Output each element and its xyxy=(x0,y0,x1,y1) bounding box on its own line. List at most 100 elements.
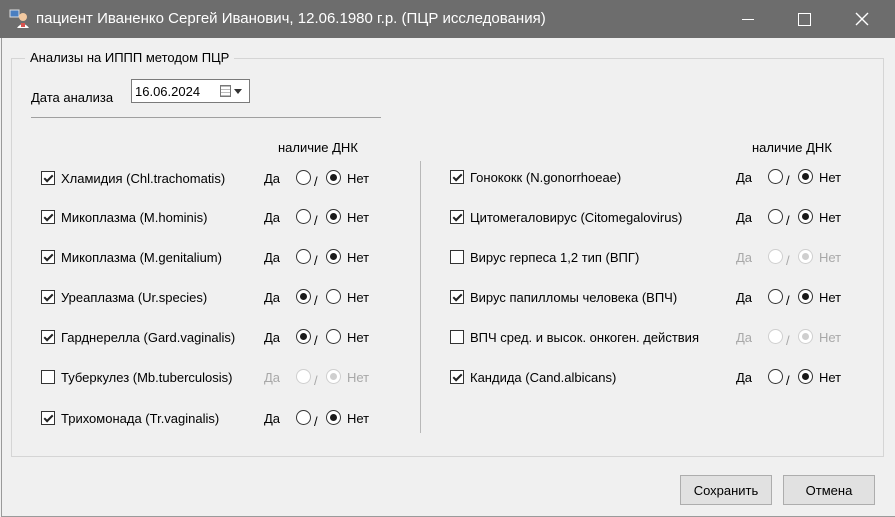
yes-label: Да xyxy=(736,210,753,225)
test-checkbox[interactable] xyxy=(41,370,55,384)
no-radio[interactable] xyxy=(326,329,341,344)
no-radio[interactable] xyxy=(326,209,341,224)
no-radio[interactable] xyxy=(326,289,341,304)
no-radio[interactable] xyxy=(326,170,341,185)
yes-radio[interactable] xyxy=(296,369,311,384)
no-radio[interactable] xyxy=(798,249,813,264)
yes-radio[interactable] xyxy=(296,209,311,224)
test-row: Цитомегаловирус (Citomegalovirus) Да / Нет xyxy=(450,208,880,228)
no-label: Нет xyxy=(347,250,370,265)
test-checkbox[interactable] xyxy=(450,170,464,184)
minimize-button[interactable] xyxy=(719,0,776,38)
yes-radio[interactable] xyxy=(768,329,783,344)
dna-header-right: наличие ДНК xyxy=(752,140,832,155)
test-label: Микоплазма (M.genitalium) xyxy=(61,250,222,265)
yes-label: Да xyxy=(736,170,753,185)
test-row: Микоплазма (M.hominis) Да / Нет xyxy=(41,208,471,228)
test-row: Уреаплазма (Ur.species) Да / Нет xyxy=(41,288,471,308)
slash-separator: / xyxy=(786,373,790,388)
no-radio[interactable] xyxy=(798,209,813,224)
test-label: Кандида (Cand.albicans) xyxy=(470,370,617,385)
yes-radio[interactable] xyxy=(768,169,783,184)
slash-separator: / xyxy=(314,253,318,268)
date-value[interactable]: 16.06.2024 xyxy=(135,84,200,99)
test-row: Вирус герпеса 1,2 тип (ВПГ) Да / Нет xyxy=(450,248,880,268)
slash-separator: / xyxy=(314,174,318,189)
no-label: Нет xyxy=(819,370,842,385)
cancel-button[interactable]: Отмена xyxy=(783,475,875,505)
slash-separator: / xyxy=(314,333,318,348)
no-label: Нет xyxy=(347,411,370,426)
yes-label: Да xyxy=(264,370,281,385)
no-radio[interactable] xyxy=(798,169,813,184)
yes-label: Да xyxy=(264,210,281,225)
test-checkbox[interactable] xyxy=(41,330,55,344)
test-checkbox[interactable] xyxy=(450,330,464,344)
maximize-button[interactable] xyxy=(776,0,833,38)
test-row: Гарднерелла (Gard.vaginalis) Да / Нет xyxy=(41,328,471,348)
yes-label: Да xyxy=(264,171,281,186)
test-label: Микоплазма (M.hominis) xyxy=(61,210,208,225)
group-title: Анализы на ИППП методом ПЦР xyxy=(25,50,235,65)
slash-separator: / xyxy=(314,293,318,308)
slash-separator: / xyxy=(786,333,790,348)
test-checkbox[interactable] xyxy=(450,370,464,384)
close-button[interactable] xyxy=(833,0,890,38)
yes-label: Да xyxy=(264,330,281,345)
yes-radio[interactable] xyxy=(296,329,311,344)
test-row: ВПЧ сред. и высок. онкоген. действия Да / Н… xyxy=(450,328,880,348)
yes-label: Да xyxy=(736,370,753,385)
test-checkbox[interactable] xyxy=(41,210,55,224)
no-radio[interactable] xyxy=(326,249,341,264)
slash-separator: / xyxy=(314,414,318,429)
no-label: Нет xyxy=(819,170,842,185)
test-label: Трихомонада (Tr.vaginalis) xyxy=(61,411,220,426)
test-row: Хламидия (Chl.trachomatis) Да / Нет xyxy=(41,169,471,189)
slash-separator: / xyxy=(786,293,790,308)
slash-separator: / xyxy=(786,253,790,268)
yes-radio[interactable] xyxy=(296,410,311,425)
test-checkbox[interactable] xyxy=(41,411,55,425)
maximize-icon xyxy=(798,12,811,26)
test-checkbox[interactable] xyxy=(450,210,464,224)
test-label: Вирус папилломы человека (ВПЧ) xyxy=(470,290,678,305)
test-checkbox[interactable] xyxy=(41,171,55,185)
no-label: Нет xyxy=(347,330,370,345)
test-label: Цитомегаловирус (Citomegalovirus) xyxy=(470,210,683,225)
test-row: Гонококк (N.gonorrhoeae) Да / Нет xyxy=(450,168,880,188)
yes-radio[interactable] xyxy=(768,249,783,264)
no-radio[interactable] xyxy=(798,369,813,384)
test-checkbox[interactable] xyxy=(450,250,464,264)
no-radio[interactable] xyxy=(798,329,813,344)
test-label: Хламидия (Chl.trachomatis) xyxy=(61,171,226,186)
test-checkbox[interactable] xyxy=(41,250,55,264)
yes-radio[interactable] xyxy=(768,289,783,304)
test-label: Уреаплазма (Ur.species) xyxy=(61,290,208,305)
yes-label: Да xyxy=(264,411,281,426)
test-checkbox[interactable] xyxy=(450,290,464,304)
test-label: ВПЧ сред. и высок. онкоген. действия xyxy=(470,330,699,345)
test-row: Трихомонада (Tr.vaginalis) Да / Нет xyxy=(41,409,471,429)
slash-separator: / xyxy=(314,373,318,388)
no-radio[interactable] xyxy=(326,410,341,425)
test-row: Туберкулез (Mb.tuberculosis) Да / Нет xyxy=(41,368,471,388)
calendar-icon[interactable] xyxy=(220,85,231,97)
yes-radio[interactable] xyxy=(296,170,311,185)
no-label: Нет xyxy=(347,290,370,305)
yes-radio[interactable] xyxy=(768,209,783,224)
yes-radio[interactable] xyxy=(296,289,311,304)
yes-radio[interactable] xyxy=(768,369,783,384)
dna-header-left: наличие ДНК xyxy=(278,140,358,155)
yes-label: Да xyxy=(736,250,753,265)
no-radio[interactable] xyxy=(326,369,341,384)
no-radio[interactable] xyxy=(798,289,813,304)
date-picker[interactable]: 16.06.2024 xyxy=(131,79,250,103)
yes-label: Да xyxy=(264,290,281,305)
minimize-icon xyxy=(741,18,754,20)
yes-radio[interactable] xyxy=(296,249,311,264)
chevron-down-icon[interactable] xyxy=(234,89,242,94)
separator xyxy=(31,117,381,118)
save-button[interactable]: Сохранить xyxy=(680,475,772,505)
test-checkbox[interactable] xyxy=(41,290,55,304)
patient-app-icon xyxy=(9,9,29,28)
